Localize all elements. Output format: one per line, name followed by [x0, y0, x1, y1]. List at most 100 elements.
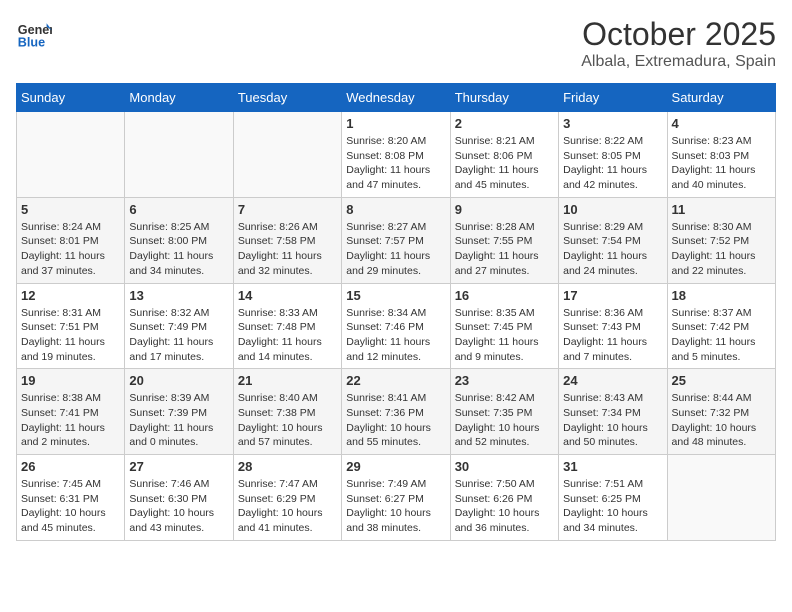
calendar-cell: 29 Sunrise: 7:49 AMSunset: 6:27 PMDayligh…	[342, 455, 450, 541]
calendar-cell: 30Sunrise: 7:50 AMSunset: 6:26 PMDayligh…	[450, 455, 558, 541]
weekday-header-wednesday: Wednesday	[342, 84, 450, 112]
day-number: 7	[238, 202, 337, 217]
day-info: Sunrise: 8:42 AMSunset: 7:35 PMDaylight:…	[455, 391, 554, 450]
day-info: Sunrise: 8:30 AMSunset: 7:52 PMDaylight:…	[672, 220, 771, 279]
day-number: 29	[346, 459, 445, 474]
day-info: Sunrise: 8:26 AMSunset: 7:58 PMDaylight:…	[238, 220, 337, 279]
day-number: 24	[563, 373, 662, 388]
day-number: 31	[563, 459, 662, 474]
day-info: Sunrise: 7:49 AMSunset: 6:27 PMDaylight:…	[346, 477, 445, 536]
day-info: Sunrise: 8:24 AMSunset: 8:01 PMDaylight:…	[21, 220, 120, 279]
day-number: 12	[21, 288, 120, 303]
calendar-cell	[125, 112, 233, 198]
calendar-cell: 10 Sunrise: 8:29 AMSunset: 7:54 PMDayligh…	[559, 197, 667, 283]
day-info: Sunrise: 8:37 AMSunset: 7:42 PMDaylight:…	[672, 306, 771, 365]
calendar-cell: 25Sunrise: 8:44 AMSunset: 7:32 PMDayligh…	[667, 369, 775, 455]
day-info: Sunrise: 8:21 AMSunset: 8:06 PMDaylight:…	[455, 134, 554, 193]
day-info: Sunrise: 8:40 AMSunset: 7:38 PMDaylight:…	[238, 391, 337, 450]
day-number: 18	[672, 288, 771, 303]
day-number: 23	[455, 373, 554, 388]
calendar-cell: 26 Sunrise: 7:45 AMSunset: 6:31 PMDayligh…	[17, 455, 125, 541]
day-number: 10	[563, 202, 662, 217]
calendar-cell: 14Sunrise: 8:33 AMSunset: 7:48 PMDayligh…	[233, 283, 341, 369]
day-number: 20	[129, 373, 228, 388]
weekday-header-row: SundayMondayTuesdayWednesdayThursdayFrid…	[17, 84, 776, 112]
calendar-cell: 8Sunrise: 8:27 AMSunset: 7:57 PMDaylight…	[342, 197, 450, 283]
weekday-header-friday: Friday	[559, 84, 667, 112]
day-info: Sunrise: 8:41 AMSunset: 7:36 PMDaylight:…	[346, 391, 445, 450]
day-info: Sunrise: 8:29 AMSunset: 7:54 PMDaylight:…	[563, 220, 662, 279]
calendar-cell: 7 Sunrise: 8:26 AMSunset: 7:58 PMDaylight…	[233, 197, 341, 283]
week-row-5: 26 Sunrise: 7:45 AMSunset: 6:31 PMDayligh…	[17, 455, 776, 541]
calendar-cell: 21Sunrise: 8:40 AMSunset: 7:38 PMDayligh…	[233, 369, 341, 455]
day-number: 2	[455, 116, 554, 131]
day-info: Sunrise: 8:38 AMSunset: 7:41 PMDaylight:…	[21, 391, 120, 450]
day-number: 13	[129, 288, 228, 303]
calendar-cell: 20 Sunrise: 8:39 AMSunset: 7:39 PMDayligh…	[125, 369, 233, 455]
day-info: Sunrise: 8:25 AMSunset: 8:00 PMDaylight:…	[129, 220, 228, 279]
logo-icon: General Blue	[16, 16, 52, 52]
day-number: 17	[563, 288, 662, 303]
day-info: Sunrise: 8:22 AMSunset: 8:05 PMDaylight:…	[563, 134, 662, 193]
logo: General Blue	[16, 16, 52, 52]
day-info: Sunrise: 8:20 AMSunset: 8:08 PMDaylight:…	[346, 134, 445, 193]
calendar-cell	[233, 112, 341, 198]
day-number: 22	[346, 373, 445, 388]
day-info: Sunrise: 8:44 AMSunset: 7:32 PMDaylight:…	[672, 391, 771, 450]
day-number: 6	[129, 202, 228, 217]
calendar-cell: 28Sunrise: 7:47 AMSunset: 6:29 PMDayligh…	[233, 455, 341, 541]
calendar-cell: 27 Sunrise: 7:46 AMSunset: 6:30 PMDayligh…	[125, 455, 233, 541]
calendar-title: October 2025	[581, 16, 776, 53]
calendar-cell: 19 Sunrise: 8:38 AMSunset: 7:41 PMDayligh…	[17, 369, 125, 455]
day-info: Sunrise: 8:39 AMSunset: 7:39 PMDaylight:…	[129, 391, 228, 450]
title-block: October 2025 Albala, Extremadura, Spain	[581, 16, 776, 71]
calendar-cell: 12 Sunrise: 8:31 AMSunset: 7:51 PMDayligh…	[17, 283, 125, 369]
day-info: Sunrise: 7:51 AMSunset: 6:25 PMDaylight:…	[563, 477, 662, 536]
calendar-cell: 9 Sunrise: 8:28 AMSunset: 7:55 PMDaylight…	[450, 197, 558, 283]
calendar-cell: 4 Sunrise: 8:23 AMSunset: 8:03 PMDaylight…	[667, 112, 775, 198]
calendar-cell: 18 Sunrise: 8:37 AMSunset: 7:42 PMDayligh…	[667, 283, 775, 369]
day-number: 19	[21, 373, 120, 388]
calendar-cell: 13Sunrise: 8:32 AMSunset: 7:49 PMDayligh…	[125, 283, 233, 369]
calendar-cell: 17 Sunrise: 8:36 AMSunset: 7:43 PMDayligh…	[559, 283, 667, 369]
calendar-cell: 3 Sunrise: 8:22 AMSunset: 8:05 PMDaylight…	[559, 112, 667, 198]
calendar-cell: 15 Sunrise: 8:34 AMSunset: 7:46 PMDayligh…	[342, 283, 450, 369]
day-number: 1	[346, 116, 445, 131]
day-info: Sunrise: 7:45 AMSunset: 6:31 PMDaylight:…	[21, 477, 120, 536]
calendar-cell: 16Sunrise: 8:35 AMSunset: 7:45 PMDayligh…	[450, 283, 558, 369]
day-number: 26	[21, 459, 120, 474]
day-number: 3	[563, 116, 662, 131]
day-number: 14	[238, 288, 337, 303]
weekday-header-saturday: Saturday	[667, 84, 775, 112]
day-info: Sunrise: 8:34 AMSunset: 7:46 PMDaylight:…	[346, 306, 445, 365]
day-info: Sunrise: 8:28 AMSunset: 7:55 PMDaylight:…	[455, 220, 554, 279]
calendar-cell: 5Sunrise: 8:24 AMSunset: 8:01 PMDaylight…	[17, 197, 125, 283]
day-info: Sunrise: 7:50 AMSunset: 6:26 PMDaylight:…	[455, 477, 554, 536]
calendar-cell: 1 Sunrise: 8:20 AMSunset: 8:08 PMDaylight…	[342, 112, 450, 198]
day-number: 16	[455, 288, 554, 303]
weekday-header-sunday: Sunday	[17, 84, 125, 112]
day-info: Sunrise: 8:36 AMSunset: 7:43 PMDaylight:…	[563, 306, 662, 365]
calendar-cell: 24Sunrise: 8:43 AMSunset: 7:34 PMDayligh…	[559, 369, 667, 455]
calendar-table: SundayMondayTuesdayWednesdayThursdayFrid…	[16, 83, 776, 541]
calendar-cell: 31 Sunrise: 7:51 AMSunset: 6:25 PMDayligh…	[559, 455, 667, 541]
day-info: Sunrise: 8:23 AMSunset: 8:03 PMDaylight:…	[672, 134, 771, 193]
page-header: General Blue October 2025 Albala, Extrem…	[16, 16, 776, 71]
day-number: 27	[129, 459, 228, 474]
calendar-cell: 6 Sunrise: 8:25 AMSunset: 8:00 PMDaylight…	[125, 197, 233, 283]
day-info: Sunrise: 7:46 AMSunset: 6:30 PMDaylight:…	[129, 477, 228, 536]
svg-text:Blue: Blue	[18, 36, 45, 50]
day-info: Sunrise: 8:31 AMSunset: 7:51 PMDaylight:…	[21, 306, 120, 365]
week-row-1: 1 Sunrise: 8:20 AMSunset: 8:08 PMDaylight…	[17, 112, 776, 198]
week-row-3: 12 Sunrise: 8:31 AMSunset: 7:51 PMDayligh…	[17, 283, 776, 369]
day-number: 8	[346, 202, 445, 217]
calendar-cell: 22 Sunrise: 8:41 AMSunset: 7:36 PMDayligh…	[342, 369, 450, 455]
weekday-header-thursday: Thursday	[450, 84, 558, 112]
calendar-cell: 2 Sunrise: 8:21 AMSunset: 8:06 PMDaylight…	[450, 112, 558, 198]
day-number: 15	[346, 288, 445, 303]
day-number: 4	[672, 116, 771, 131]
week-row-4: 19 Sunrise: 8:38 AMSunset: 7:41 PMDayligh…	[17, 369, 776, 455]
day-number: 9	[455, 202, 554, 217]
calendar-cell	[17, 112, 125, 198]
calendar-cell: 23 Sunrise: 8:42 AMSunset: 7:35 PMDayligh…	[450, 369, 558, 455]
